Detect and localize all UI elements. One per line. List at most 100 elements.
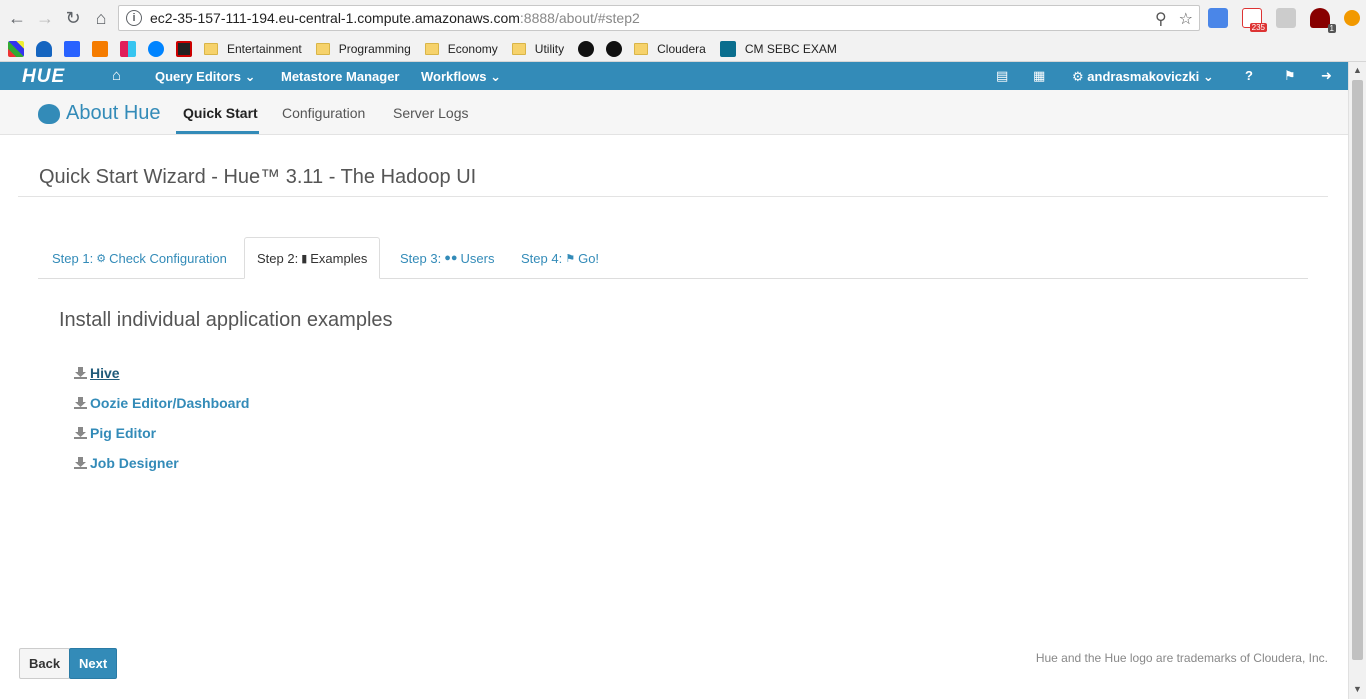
bookmark-label: Cloudera	[657, 41, 706, 56]
bookmark-cloudera[interactable]: Cloudera	[634, 42, 706, 56]
folder-icon	[424, 42, 439, 55]
example-label: Hive	[90, 365, 120, 381]
example-job-designer-link[interactable]: Job Designer	[74, 455, 179, 471]
example-hive-link[interactable]: Hive	[74, 365, 120, 381]
url-host: ec2-35-157-111-194.eu-central-1.compute.…	[150, 10, 520, 26]
flag-icon: ⚑	[565, 252, 576, 265]
bookmark-utility[interactable]: Utility	[511, 41, 565, 56]
query-editors-menu[interactable]: Query Editors ⌄	[155, 69, 256, 85]
folder-icon	[204, 42, 218, 55]
gmail-extension-icon[interactable]: 235	[1242, 8, 1267, 32]
bookmark-economy[interactable]: Economy	[424, 41, 498, 56]
table-icon[interactable]: ▦	[1033, 68, 1045, 84]
chevron-down-icon: ⌄	[490, 69, 502, 84]
step-prefix: Step 3:	[400, 250, 442, 266]
translate-extension-icon[interactable]	[1208, 8, 1228, 28]
bookmark-programming[interactable]: Programming	[315, 41, 411, 56]
chevron-down-icon: ⌄	[244, 69, 256, 84]
ublock-extension-icon[interactable]: 1	[1310, 8, 1336, 33]
workflows-menu[interactable]: Workflows ⌄	[421, 69, 501, 85]
step-label: Examples	[310, 250, 368, 266]
step-label: Check Configuration	[109, 250, 227, 266]
folder-icon	[315, 42, 330, 55]
forward-arrow-icon[interactable]: →	[34, 7, 56, 29]
folder-icon	[634, 42, 649, 55]
bookmark-cm-sebc-exam[interactable]: CM SEBC EXAM	[719, 40, 837, 57]
example-oozie-link[interactable]: Oozie Editor/Dashboard	[74, 395, 249, 411]
username: andrasmakoviczki	[1087, 69, 1200, 84]
home-icon[interactable]: ⌂	[90, 7, 112, 29]
help-icon[interactable]: ?	[1245, 68, 1253, 83]
example-label: Job Designer	[90, 455, 179, 471]
download-icon	[74, 457, 87, 469]
tab-configuration[interactable]: Configuration	[282, 105, 365, 121]
warning-icon[interactable]	[1344, 10, 1360, 26]
info-icon[interactable]: i	[126, 10, 142, 26]
onedrive-icon[interactable]	[36, 40, 52, 57]
user-menu[interactable]: ⚙ andrasmakoviczki ⌄	[1072, 69, 1214, 85]
users-icon: ●●	[444, 252, 458, 264]
step-tab-examples[interactable]: Step 2: ▮ Examples	[244, 237, 381, 279]
tab-quick-start[interactable]: Quick Start	[183, 105, 258, 121]
back-button[interactable]: Back	[19, 648, 71, 679]
bookmark-n-icon[interactable]	[64, 40, 80, 57]
bookmark-label: Economy	[447, 41, 498, 56]
bookmark-entertainment[interactable]: Entertainment	[204, 42, 302, 56]
spotify-icon[interactable]	[578, 40, 595, 57]
reload-icon[interactable]: ↻	[62, 7, 84, 29]
step-prefix: Step 1:	[52, 250, 94, 266]
next-button[interactable]: Next	[69, 648, 118, 679]
scroll-down-arrow-icon[interactable]: ▼	[1353, 684, 1362, 694]
key-icon[interactable]: ⚲	[1155, 9, 1167, 29]
rss-extension-icon[interactable]	[1276, 8, 1296, 28]
menu-label: Workflows	[421, 69, 487, 84]
download-icon	[74, 397, 87, 409]
gmail-badge: 235	[1249, 23, 1267, 32]
wizard-title: Quick Start Wizard - Hue™ 3.11 - The Had…	[39, 166, 477, 188]
section-title: Install individual application examples	[59, 309, 393, 331]
step-label: Go!	[578, 250, 600, 266]
hue-logo[interactable]: HUE	[22, 66, 65, 88]
step-label: Users	[460, 250, 495, 266]
active-tab-indicator	[176, 131, 259, 134]
scroll-thumb[interactable]	[1352, 80, 1363, 660]
bookmark-label: Entertainment	[227, 41, 302, 56]
scroll-up-arrow-icon[interactable]: ▲	[1353, 65, 1362, 75]
bookmark-label: Programming	[338, 41, 411, 56]
document-icon[interactable]: ▤	[996, 68, 1008, 84]
download-icon	[74, 427, 87, 439]
step-tab-check-configuration[interactable]: Step 1: ⚙ Check Configuration	[40, 237, 239, 279]
bookmark-label: CM SEBC EXAM	[744, 41, 837, 56]
divider	[18, 196, 1328, 197]
page-title[interactable]: About Hue	[66, 102, 161, 125]
example-pig-link[interactable]: Pig Editor	[74, 425, 156, 441]
trademark-note: Hue and the Hue logo are trademarks of C…	[1035, 651, 1328, 665]
apps-icon[interactable]	[8, 40, 24, 57]
messenger-icon[interactable]	[148, 40, 164, 57]
hue-logo-icon	[38, 104, 60, 124]
bookmark-dark-icon[interactable]	[176, 40, 192, 57]
page-scrollbar[interactable]: ▲ ▼	[1348, 62, 1366, 699]
hue-navbar: HUE ⌂ Query Editors ⌄ Metastore Manager …	[0, 62, 1348, 90]
step-tab-users[interactable]: Step 3: ●● Users	[388, 237, 506, 279]
github-icon[interactable]	[606, 40, 623, 57]
step-tab-go[interactable]: Step 4: ⚑ Go!	[509, 237, 611, 279]
back-arrow-icon[interactable]: ←	[6, 7, 28, 29]
url-path: :8888/about/#step2	[519, 10, 640, 26]
tab-server-logs[interactable]: Server Logs	[393, 105, 468, 121]
chevron-down-icon: ⌄	[1202, 69, 1214, 84]
cloudera-icon	[719, 40, 736, 57]
sign-out-icon[interactable]: ➜	[1321, 68, 1332, 84]
folder-icon	[511, 42, 526, 55]
star-icon[interactable]: ☆	[1179, 9, 1193, 29]
bookmark-label: Utility	[534, 41, 565, 56]
book-icon: ▮	[301, 252, 308, 265]
browser-toolbar: ← → ↻ ⌂ i ec2-35-157-111-194.eu-central-…	[0, 0, 1366, 36]
flag-icon[interactable]: ⚑	[1284, 68, 1296, 84]
bookmark-cube-icon[interactable]	[92, 40, 108, 57]
metastore-manager-link[interactable]: Metastore Manager	[281, 69, 399, 84]
slack-icon[interactable]	[120, 40, 136, 57]
example-label: Oozie Editor/Dashboard	[90, 395, 250, 411]
home-icon[interactable]: ⌂	[112, 67, 121, 84]
address-bar[interactable]: i ec2-35-157-111-194.eu-central-1.comput…	[118, 5, 1200, 31]
